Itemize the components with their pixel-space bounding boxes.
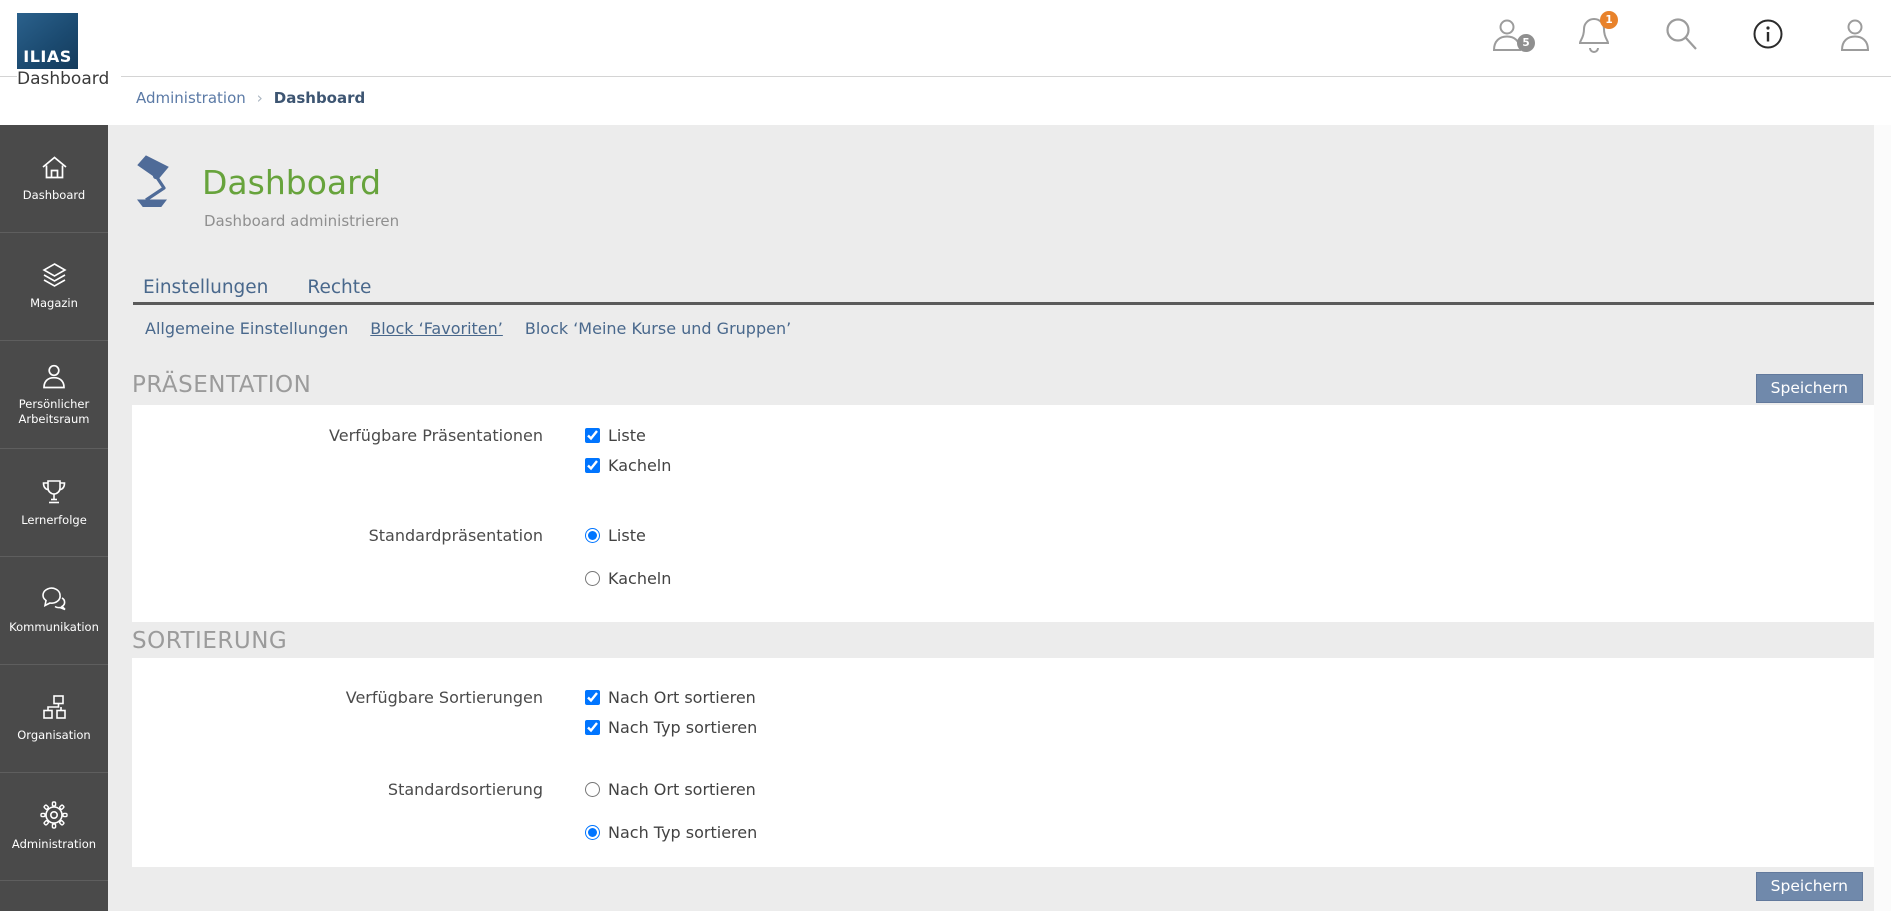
breadcrumb-administration[interactable]: Administration	[136, 89, 246, 107]
nach-typ-checkbox[interactable]	[585, 720, 600, 735]
field-label: Standardpräsentation	[132, 520, 543, 545]
field-options: Liste Kacheln	[585, 520, 671, 593]
sortierung-panel: Verfügbare Sortierungen Nach Ort sortier…	[132, 658, 1874, 867]
subtab-block-meine-kurse[interactable]: Block ‘Meine Kurse und Gruppen’	[525, 319, 791, 338]
scrollbar-gutter	[1874, 77, 1891, 911]
sidebar-item-label: Kommunikation	[9, 620, 99, 634]
option-label: Nach Typ sortieren	[608, 718, 757, 737]
save-button-top[interactable]: Speichern	[1756, 374, 1863, 403]
form-row: Standardpräsentation Liste Kacheln	[132, 520, 1874, 593]
field-options: Nach Ort sortieren Nach Typ sortieren	[585, 682, 757, 742]
page-title: Dashboard	[202, 163, 381, 202]
trophy-icon	[40, 478, 68, 505]
breadcrumb-dashboard[interactable]: Dashboard	[274, 89, 365, 107]
option-label: Liste	[608, 526, 646, 545]
sidebar-item-label: Lernerfolge	[21, 513, 87, 527]
option-label: Kacheln	[608, 569, 671, 588]
checkbox-option-liste[interactable]: Liste	[585, 420, 671, 450]
gear-icon	[40, 801, 68, 829]
section-title-praesentation: PRÄSENTATION	[132, 372, 311, 398]
sidebar-item-persoenlicher-arbeitsraum[interactable]: Persönlicher Arbeitsraum	[0, 341, 108, 449]
tab-bar: Einstellungen Rechte	[143, 277, 371, 298]
site-title: Dashboard	[17, 69, 121, 92]
option-label: Liste	[608, 426, 646, 445]
liste-checkbox[interactable]	[585, 428, 600, 443]
sidebar-item-organisation[interactable]: Organisation	[0, 665, 108, 773]
sidebar-item-lernerfolge[interactable]: Lernerfolge	[0, 449, 108, 557]
subtab-allgemeine-einstellungen[interactable]: Allgemeine Einstellungen	[145, 319, 348, 338]
home-icon	[41, 155, 68, 180]
sidebar-item-label: Dashboard	[23, 188, 85, 202]
nach-ort-radio[interactable]	[585, 782, 600, 797]
field-label: Verfügbare Präsentationen	[132, 420, 543, 445]
liste-radio[interactable]	[585, 528, 600, 543]
sidebar-item-magazin[interactable]: Magazin	[0, 233, 108, 341]
notifications-bell-icon[interactable]: 1	[1575, 13, 1613, 55]
person-icon	[41, 363, 67, 389]
main-content: Dashboard Dashboard administrieren Einst…	[108, 125, 1874, 911]
info-icon[interactable]	[1749, 13, 1787, 55]
form-row: Verfügbare Präsentationen Liste Kacheln	[132, 420, 1874, 480]
option-label: Nach Ort sortieren	[608, 688, 756, 707]
checkbox-option-nach-ort[interactable]: Nach Ort sortieren	[585, 682, 757, 712]
field-options: Nach Ort sortieren Nach Typ sortieren	[585, 774, 757, 847]
online-users-badge: 5	[1517, 34, 1535, 52]
field-label: Standardsortierung	[132, 774, 543, 799]
option-label: Nach Ort sortieren	[608, 780, 756, 799]
chat-icon	[40, 586, 68, 612]
radio-option-nach-typ[interactable]: Nach Typ sortieren	[585, 817, 757, 847]
subtab-bar: Allgemeine Einstellungen Block ‘Favorite…	[145, 319, 791, 338]
user-avatar-icon[interactable]	[1836, 13, 1874, 55]
layers-icon	[41, 262, 68, 288]
sidebar-item-dashboard[interactable]: Dashboard	[0, 125, 108, 233]
sidebar-item-label: Persönlicher Arbeitsraum	[4, 397, 104, 426]
field-options: Liste Kacheln	[585, 420, 671, 480]
tab-einstellungen[interactable]: Einstellungen	[143, 277, 268, 298]
subtab-block-favoriten[interactable]: Block ‘Favoriten’	[370, 319, 503, 338]
sidebar-item-label: Organisation	[17, 728, 90, 742]
form-row: Standardsortierung Nach Ort sortieren Na…	[132, 774, 1874, 847]
notifications-badge: 1	[1600, 11, 1618, 29]
checkbox-option-kacheln[interactable]: Kacheln	[585, 450, 671, 480]
main-sidebar: Dashboard Magazin Persönlicher Arbeitsra…	[0, 125, 108, 911]
section-title-sortierung: SORTIERUNG	[132, 628, 287, 654]
sidebar-item-administration[interactable]: Administration	[0, 773, 108, 881]
ilias-logo[interactable]: ILIAS	[17, 13, 78, 73]
radio-option-kacheln[interactable]: Kacheln	[585, 563, 671, 593]
radio-option-liste[interactable]: Liste	[585, 520, 671, 550]
save-button-bottom[interactable]: Speichern	[1756, 872, 1863, 901]
online-users-icon[interactable]: 5	[1488, 13, 1526, 55]
sidebar-item-label: Administration	[12, 837, 96, 851]
header-icon-bar: 5 1	[1488, 13, 1874, 55]
page-subtitle: Dashboard administrieren	[204, 212, 399, 230]
kacheln-radio[interactable]	[585, 571, 600, 586]
sidebar-item-kommunikation[interactable]: Kommunikation	[0, 557, 108, 665]
top-header: ILIAS 5 1	[0, 0, 1891, 77]
search-icon[interactable]	[1662, 13, 1700, 55]
field-label: Verfügbare Sortierungen	[132, 682, 543, 707]
form-row: Verfügbare Sortierungen Nach Ort sortier…	[132, 682, 1874, 742]
orgchart-icon	[41, 694, 68, 720]
sidebar-item-label: Magazin	[30, 296, 78, 310]
tab-underline	[133, 302, 1874, 305]
ilias-app: ILIAS 5 1	[0, 0, 1891, 911]
checkbox-option-nach-typ[interactable]: Nach Typ sortieren	[585, 712, 757, 742]
praesentation-panel: Verfügbare Präsentationen Liste Kacheln …	[132, 405, 1874, 622]
radio-option-nach-ort[interactable]: Nach Ort sortieren	[585, 774, 757, 804]
ilias-logo-text: ILIAS	[23, 47, 72, 66]
breadcrumb: Administration › Dashboard	[0, 77, 1891, 125]
nach-ort-checkbox[interactable]	[585, 690, 600, 705]
kacheln-checkbox[interactable]	[585, 458, 600, 473]
option-label: Kacheln	[608, 456, 671, 475]
option-label: Nach Typ sortieren	[608, 823, 757, 842]
desk-lamp-icon	[134, 155, 176, 211]
tab-rechte[interactable]: Rechte	[307, 277, 371, 298]
breadcrumb-separator: ›	[257, 89, 263, 107]
nach-typ-radio[interactable]	[585, 825, 600, 840]
